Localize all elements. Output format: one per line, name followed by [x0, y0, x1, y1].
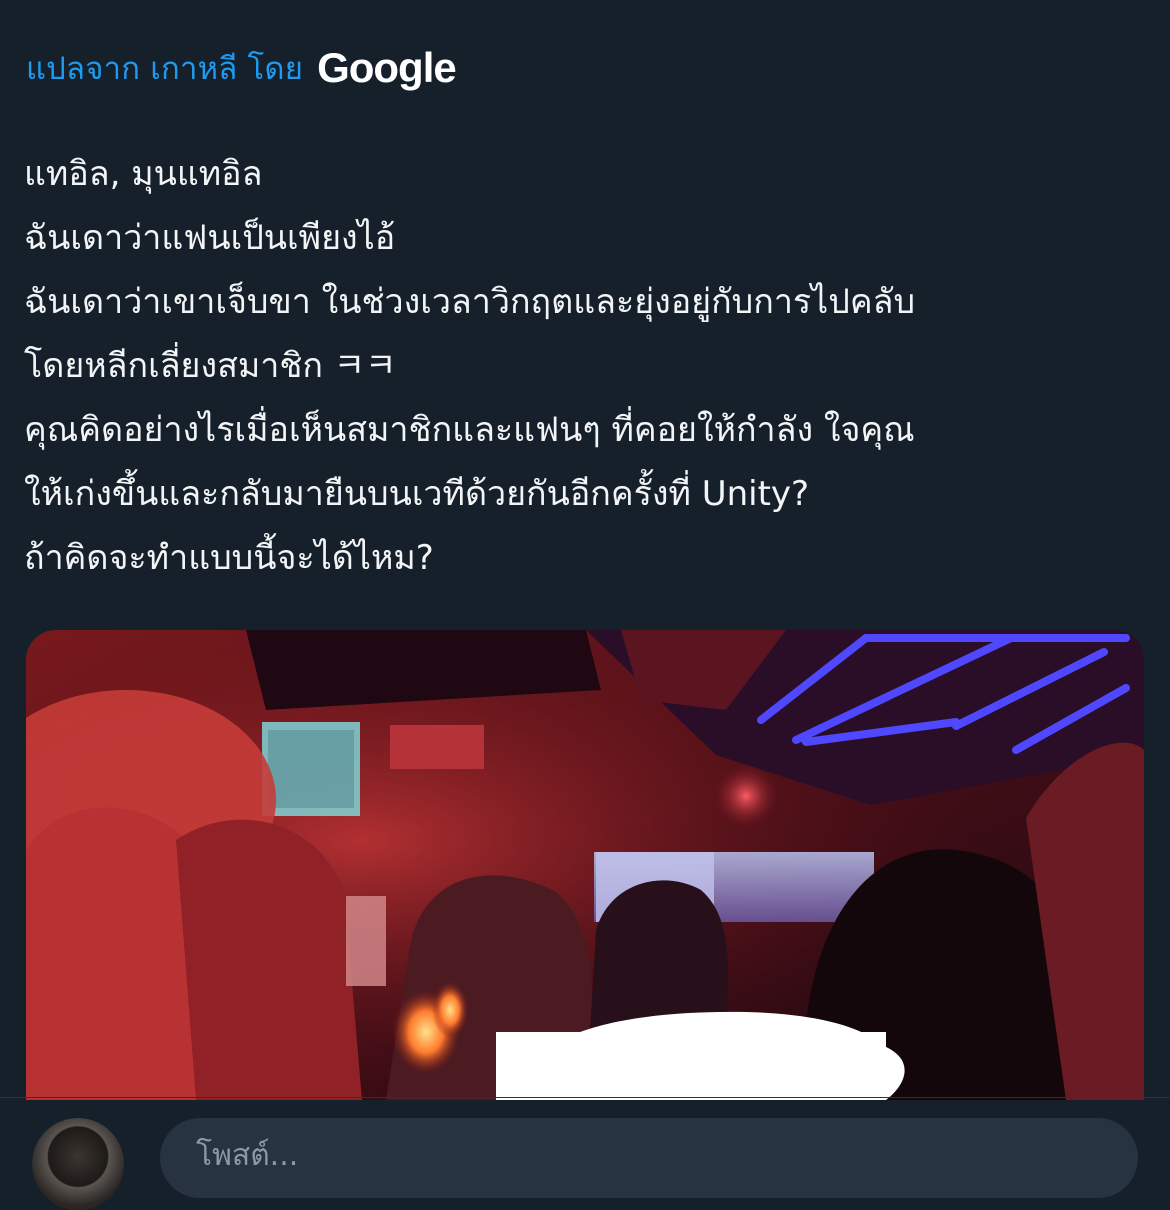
tweet-line: ฉันเดาว่าเขาเจ็บขา ในช่วงเวลาวิกฤตและยุ่… [24, 282, 916, 322]
avatar[interactable] [32, 1118, 124, 1210]
tweet-line: ให้เก่งขึ้นและกลับมายืนบนเวทีด้วยกันอีกค… [24, 474, 810, 514]
tweet-photo[interactable] [26, 630, 1144, 1100]
google-logo: Google [317, 44, 457, 91]
reply-placeholder: โพสต์... [196, 1138, 299, 1173]
translated-from-link[interactable]: แปลจาก เกาหลี โดย [26, 43, 303, 93]
tweet-line: แทอิล, มุนแทอิล [24, 154, 263, 194]
tweet-line: ฉันเดาว่าแฟนเป็นเพียงไอ้ [24, 218, 396, 258]
reply-divider [0, 1097, 1170, 1098]
reply-input[interactable]: โพสต์... [160, 1118, 1138, 1198]
tweet-line: โดยหลีกเลี่ยงสมาชิก ㅋㅋ [24, 346, 397, 386]
translation-bar: แปลจาก เกาหลี โดย Google [26, 36, 457, 100]
tweet-text: แทอิล, มุนแทอิล ฉันเดาว่าแฟนเป็นเพียงไอ้… [24, 142, 1144, 590]
tweet-line: คุณคิดอย่างไรเมื่อเห็นสมาชิกและแฟนๆ ที่ค… [24, 410, 915, 450]
tweet-line: ถ้าคิดจะทำแบบนี้จะได้ไหม? [24, 538, 434, 578]
